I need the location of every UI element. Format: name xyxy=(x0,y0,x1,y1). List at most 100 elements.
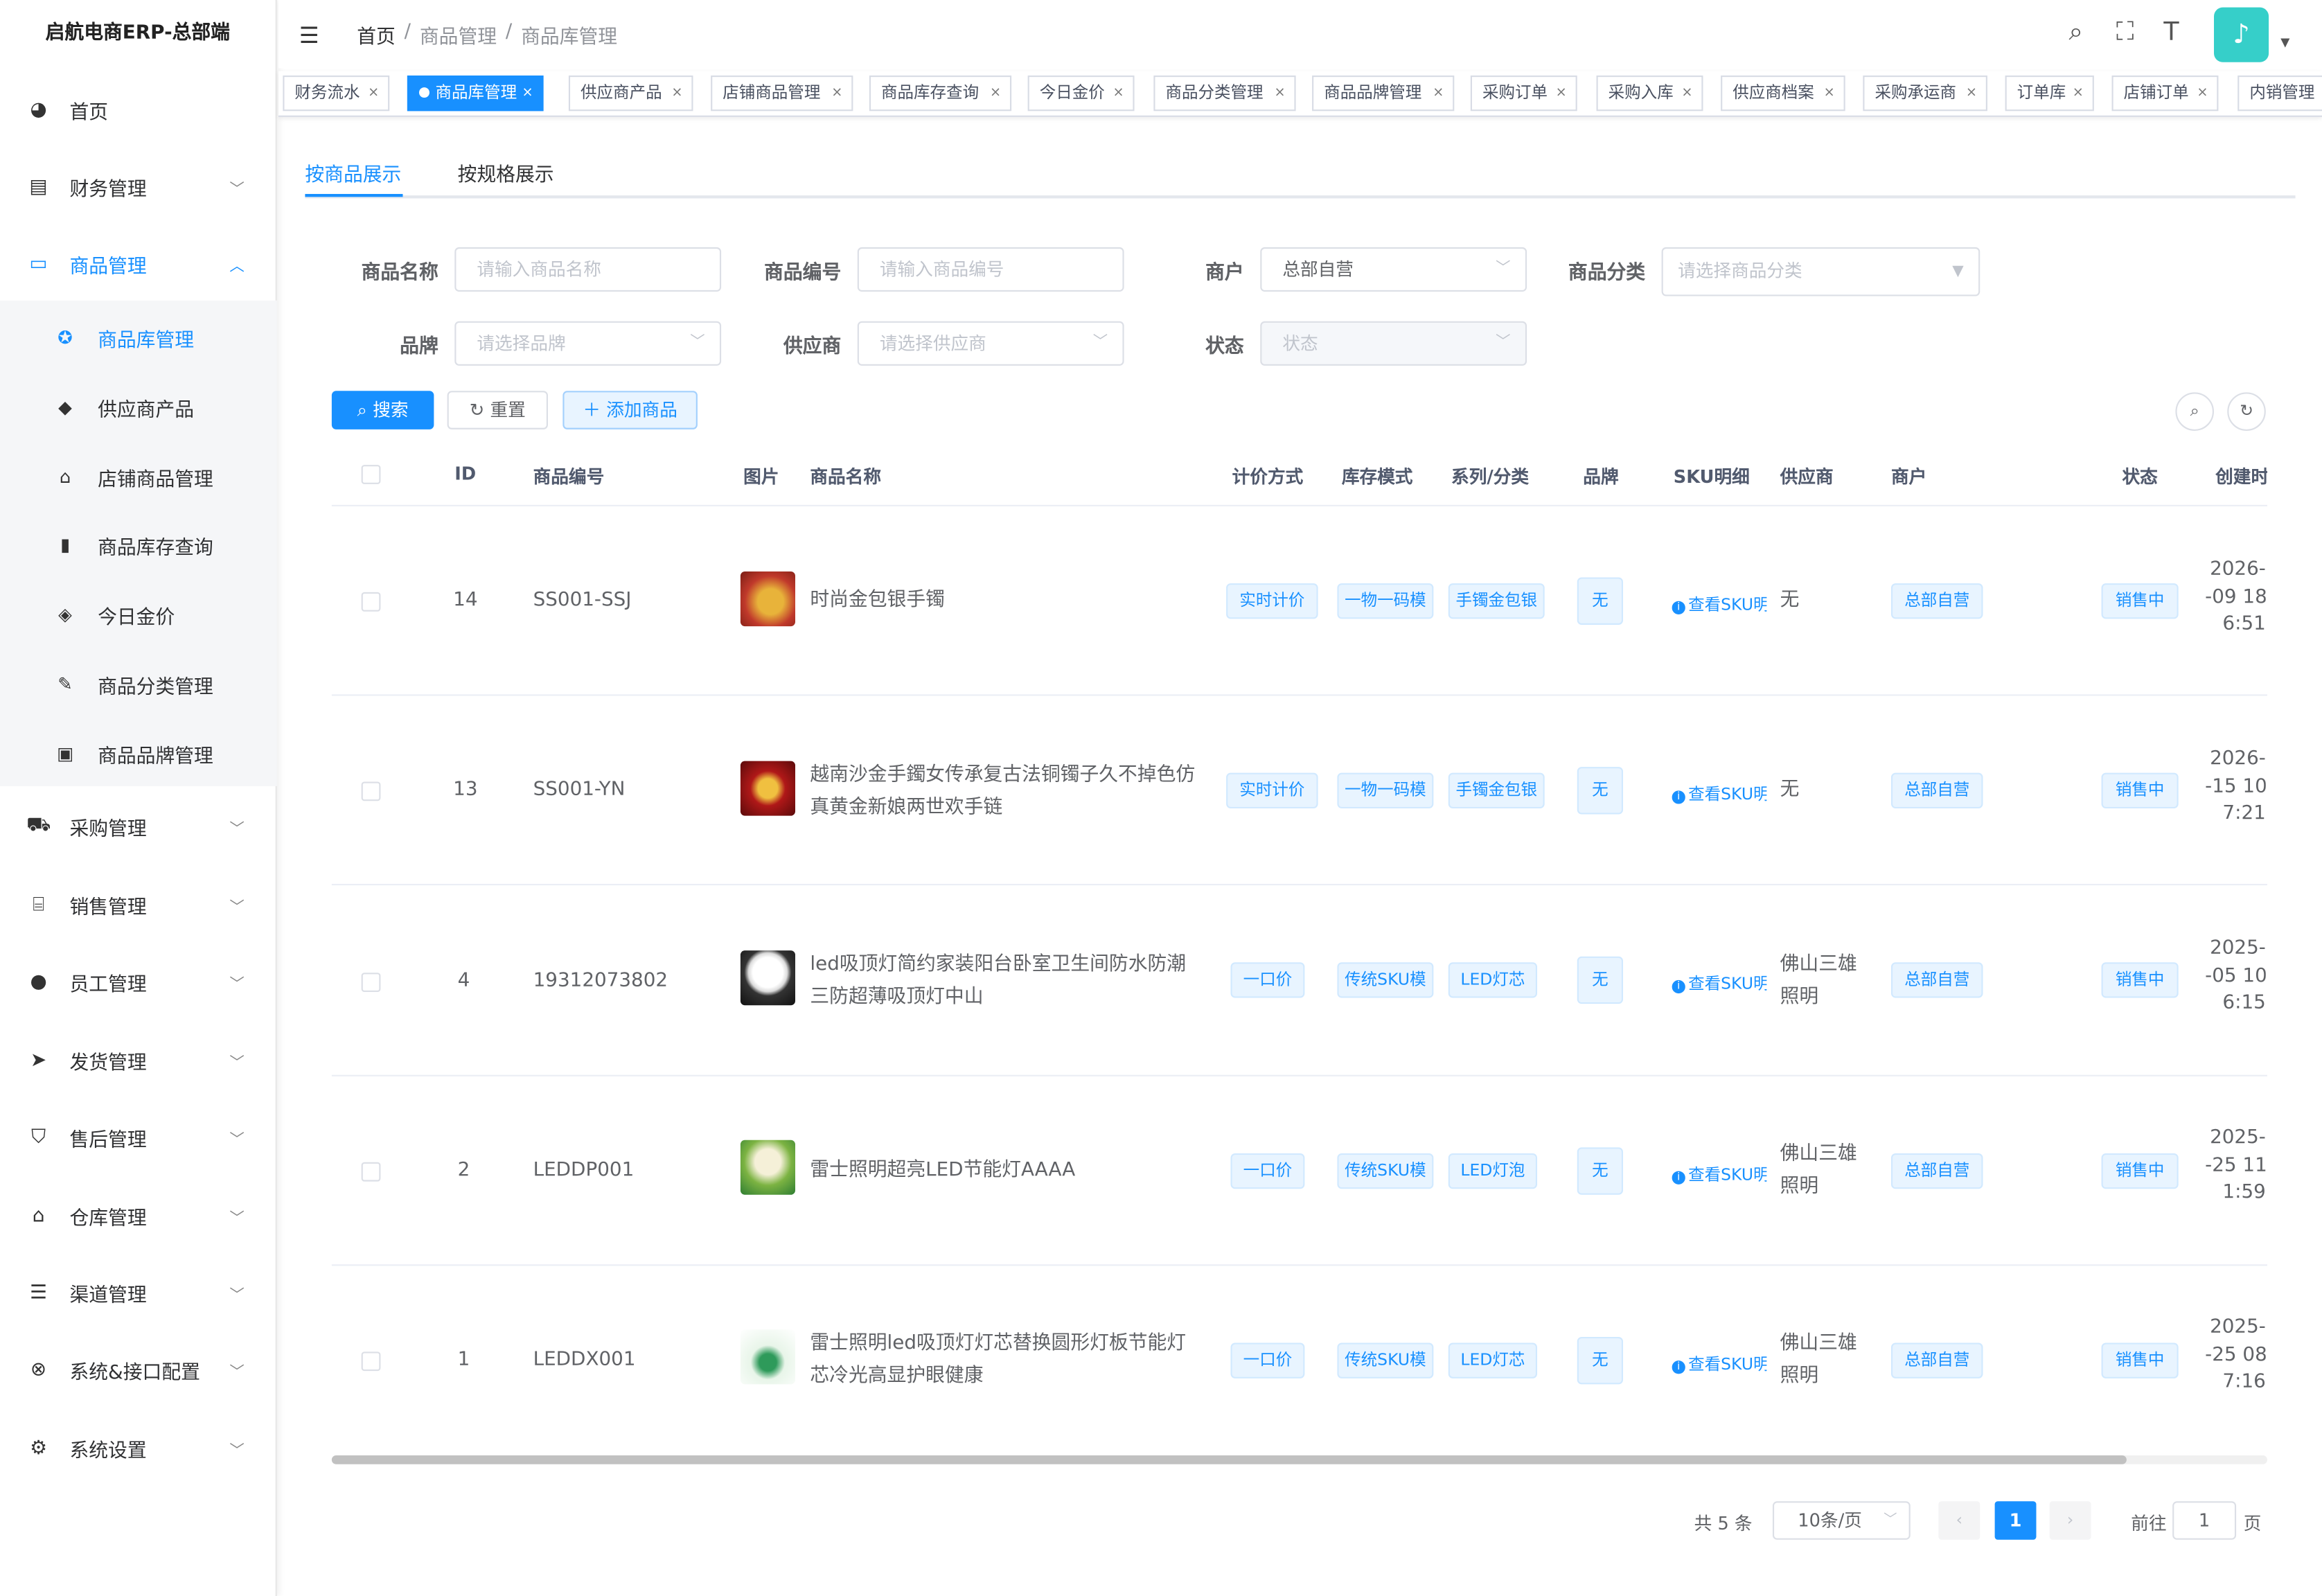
tag-item[interactable]: 采购承运商 × xyxy=(1863,76,1987,112)
close-icon[interactable]: × xyxy=(2073,77,2084,109)
sku-detail-link[interactable]: i 查看SKU明 xyxy=(1672,1162,1766,1186)
product-image[interactable] xyxy=(740,1140,795,1195)
submenu-item-shop-product[interactable]: ⌂ 店铺商品管理 xyxy=(0,447,277,506)
product-image[interactable] xyxy=(740,761,795,816)
menu-item-warehouse[interactable]: ⌂ 仓库管理 ﹀ xyxy=(0,1186,277,1245)
goto-page-input[interactable]: 1 xyxy=(2172,1501,2237,1540)
submenu-item-product-library[interactable]: ✪ 商品库管理 xyxy=(0,308,277,367)
close-icon[interactable]: × xyxy=(1824,77,1835,109)
reset-button[interactable]: ↻ 重置 xyxy=(447,391,548,429)
menu-item-finance[interactable]: ▤ 财务管理 ﹀ xyxy=(0,157,277,216)
category-select[interactable]: 请选择商品分类 ▼ xyxy=(1661,247,1980,296)
close-icon[interactable]: × xyxy=(1556,77,1567,109)
tag-item[interactable]: 店铺订单 × xyxy=(2111,76,2219,112)
tag-item[interactable]: 采购入库 × xyxy=(1596,76,1703,112)
caret-down-icon[interactable]: ▼ xyxy=(2280,35,2289,48)
toggle-search-button[interactable]: ⌕ xyxy=(2175,392,2215,431)
row-checkbox[interactable] xyxy=(361,781,381,801)
menu-item-home[interactable]: ◕ 首页 xyxy=(0,80,277,139)
close-icon[interactable]: × xyxy=(831,77,842,109)
tag-item[interactable]: 供应商档案 × xyxy=(1721,76,1845,112)
tag-item[interactable]: 采购订单 × xyxy=(1470,76,1577,112)
sku-detail-link[interactable]: i 查看SKU明 xyxy=(1672,781,1766,805)
page-number-current[interactable]: 1 xyxy=(1994,1501,2037,1540)
fullscreen-icon[interactable]: ⛶ xyxy=(2116,18,2134,48)
tag-item[interactable]: 订单库 × xyxy=(2005,76,2094,112)
row-checkbox[interactable] xyxy=(361,1162,381,1182)
row-checkbox[interactable] xyxy=(361,592,381,612)
font-size-icon[interactable]: T xyxy=(2163,18,2179,48)
tag-item[interactable]: 店铺商品管理 × xyxy=(711,76,853,112)
product-image[interactable] xyxy=(740,571,795,627)
close-icon[interactable]: × xyxy=(1966,77,1977,109)
plus-icon: ＋ xyxy=(583,400,607,420)
close-icon[interactable]: × xyxy=(1113,77,1124,109)
gold-icon: ◈ xyxy=(58,604,72,625)
close-icon[interactable]: × xyxy=(2197,77,2208,109)
refresh-button[interactable]: ↻ xyxy=(2227,392,2266,431)
prev-page-button[interactable]: ‹ xyxy=(1938,1501,1980,1540)
menu-item-after-sales[interactable]: ⛉ 售后管理 ﹀ xyxy=(0,1108,277,1167)
avatar[interactable]: ♪ xyxy=(2214,7,2269,62)
next-page-button[interactable]: › xyxy=(2049,1501,2091,1540)
page-size-select[interactable]: 10条/页 ﹀ xyxy=(1772,1501,1911,1540)
row-checkbox[interactable] xyxy=(361,973,381,992)
product-image[interactable] xyxy=(740,1329,795,1385)
close-icon[interactable]: × xyxy=(1681,77,1692,109)
status-select[interactable]: 状态 ﹀ xyxy=(1260,321,1527,366)
tag-item[interactable]: 商品品牌管理 × xyxy=(1312,76,1455,112)
menu-item-sales[interactable]: ⌸ 销售管理 ﹀ xyxy=(0,875,277,934)
close-icon[interactable]: × xyxy=(990,77,1001,109)
table-scrollbar-thumb[interactable] xyxy=(331,1455,2127,1464)
tag-item[interactable]: 内销管理 xyxy=(2237,76,2322,112)
product-image[interactable] xyxy=(740,950,795,1006)
menu-item-staff[interactable]: ● 员工管理 ﹀ xyxy=(0,952,277,1011)
hamburger-icon[interactable]: ☰ xyxy=(299,22,319,48)
tag-item[interactable]: 财务流水 × xyxy=(283,76,390,112)
sku-detail-link[interactable]: i 查看SKU明 xyxy=(1672,1351,1766,1375)
menu-item-product[interactable]: ▭ 商品管理 ︿ xyxy=(0,234,277,293)
created-line: 2025- xyxy=(2210,1126,2266,1149)
submenu-item-supplier-product[interactable]: ◆ 供应商产品 xyxy=(0,378,277,436)
menu-item-shipping[interactable]: ➤ 发货管理 ﹀ xyxy=(0,1031,277,1090)
submenu-item-gold-price[interactable]: ◈ 今日金价 xyxy=(0,585,277,644)
close-icon[interactable]: × xyxy=(522,77,533,109)
submenu-item-stock-query[interactable]: ▮ 商品库存查询 xyxy=(0,515,277,574)
merchant-select[interactable]: 总部自营 ﹀ xyxy=(1260,247,1527,292)
close-icon[interactable]: × xyxy=(671,77,682,109)
product-name-input[interactable]: 请输入商品名称 xyxy=(454,247,722,292)
tab-by-product[interactable]: 按商品展示 xyxy=(305,159,401,186)
tag-item[interactable]: 商品分类管理 × xyxy=(1153,76,1296,112)
sku-detail-link[interactable]: i 查看SKU明 xyxy=(1672,971,1766,995)
select-all-checkbox[interactable] xyxy=(361,465,381,484)
tag-item-active[interactable]: 商品库管理 × xyxy=(407,76,544,112)
product-code-input[interactable]: 请输入商品编号 xyxy=(857,247,1124,292)
menu-item-api-config[interactable]: ⊗ 系统&接口配置 ﹀ xyxy=(0,1340,277,1399)
submenu-item-brand[interactable]: ▣ 商品品牌管理 xyxy=(0,724,277,783)
search-button[interactable]: ⌕ 搜索 xyxy=(331,391,434,429)
submenu-item-category[interactable]: ✎ 商品分类管理 xyxy=(0,655,277,713)
menu-item-settings[interactable]: ⚙ 系统设置 ﹀ xyxy=(0,1419,277,1478)
add-product-button[interactable]: ＋ 添加商品 xyxy=(562,391,698,429)
breadcrumb-item[interactable]: 首页 xyxy=(357,21,396,48)
supplier-select[interactable]: 请选择供应商 ﹀ xyxy=(857,321,1124,366)
breadcrumb-item[interactable]: 商品管理 xyxy=(420,21,497,48)
menu-label: 发货管理 xyxy=(69,1052,147,1074)
tag-item[interactable]: 商品库存查询 × xyxy=(869,76,1012,112)
row-checkbox[interactable] xyxy=(361,1351,381,1372)
menu-item-channel[interactable]: ☰ 渠道管理 ﹀ xyxy=(0,1263,277,1322)
sku-detail-link[interactable]: i 查看SKU明 xyxy=(1672,592,1766,616)
menu-item-purchase[interactable]: ⛟ 采购管理 ﹀ xyxy=(0,797,277,855)
search-icon[interactable]: ⌕ xyxy=(2069,18,2083,48)
menu-label: 采购管理 xyxy=(69,817,147,840)
brand-select[interactable]: 请选择品牌 ﹀ xyxy=(454,321,722,366)
menu-label: 首页 xyxy=(69,101,109,124)
stock-mode-badge: 一物一码模 xyxy=(1337,583,1434,619)
send-icon: ➤ xyxy=(30,1049,47,1072)
tab-by-spec[interactable]: 按规格展示 xyxy=(458,159,554,186)
close-icon[interactable]: × xyxy=(368,77,379,109)
tag-item[interactable]: 今日金价 × xyxy=(1027,76,1135,112)
close-icon[interactable]: × xyxy=(1433,77,1444,109)
close-icon[interactable]: × xyxy=(1274,77,1285,109)
tag-item[interactable]: 供应商产品 × xyxy=(568,76,693,112)
